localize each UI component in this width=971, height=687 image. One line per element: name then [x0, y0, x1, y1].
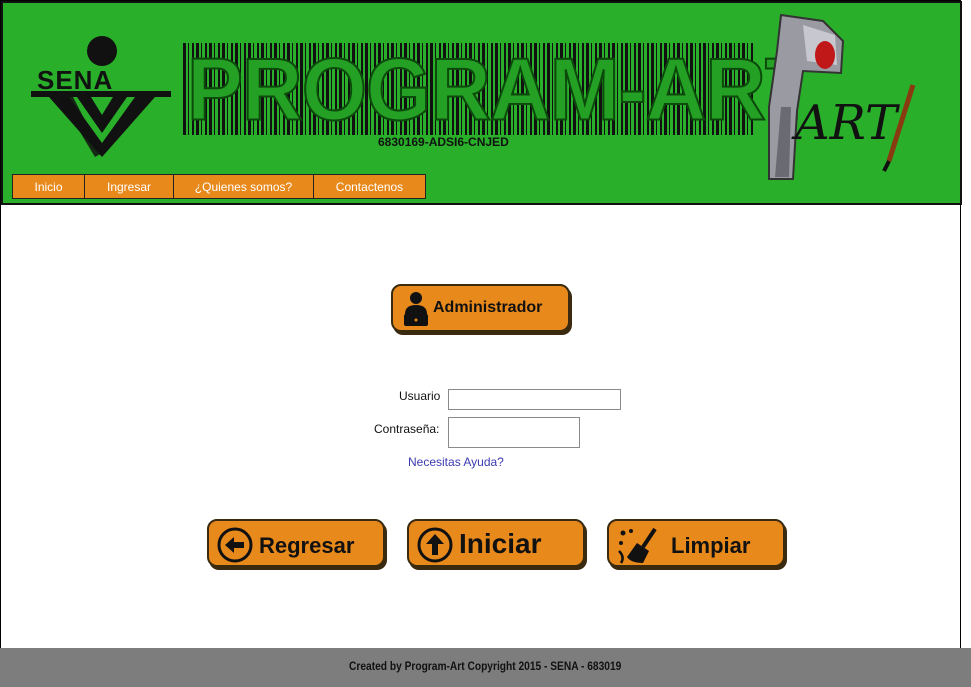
- limpiar-label: Limpiar: [671, 533, 751, 558]
- regresar-label: Regresar: [259, 533, 355, 558]
- sena-logo: SENA: [29, 33, 177, 159]
- regresar-button[interactable]: Regresar: [207, 519, 385, 567]
- admin-user-icon: [401, 290, 431, 328]
- footer-copyright: Created by Program-Art Copyright 2015 - …: [349, 659, 622, 673]
- contrasena-input[interactable]: [448, 417, 580, 448]
- sena-figure-icon: [31, 36, 171, 157]
- iniciar-button[interactable]: Iniciar: [407, 519, 585, 567]
- nav-item-inicio[interactable]: Inicio: [12, 174, 85, 199]
- usuario-input[interactable]: [448, 389, 621, 410]
- brand-title: PROGRAM-ART: [186, 39, 817, 139]
- administrador-button[interactable]: Administrador: [391, 284, 570, 332]
- usuario-label: Usuario: [399, 389, 441, 403]
- arrow-up-circle-icon: [417, 527, 453, 563]
- contrasena-label: Contraseña:: [374, 422, 440, 436]
- art-logo-text: ART: [795, 95, 897, 151]
- site-header: SENA PROGRAM-ART 6830169-ADSI6-CNJED ART…: [1, 1, 962, 205]
- main-nav: Inicio Ingresar ¿Quienes somos? Contacte…: [12, 174, 426, 199]
- limpiar-button[interactable]: Limpiar: [607, 519, 785, 567]
- administrador-label: Administrador: [433, 299, 543, 316]
- site-footer: Created by Program-Art Copyright 2015 - …: [0, 648, 971, 687]
- sena-logo-text: SENA: [37, 65, 114, 95]
- nav-item-contactenos[interactable]: Contactenos: [313, 174, 426, 199]
- barcode-scanner-logo: ART: [763, 11, 923, 181]
- help-link[interactable]: Necesitas Ayuda?: [408, 455, 504, 469]
- nav-item-ingresar[interactable]: Ingresar: [84, 174, 174, 199]
- nav-item-quienes-somos[interactable]: ¿Quienes somos?: [173, 174, 314, 199]
- broom-icon: [617, 527, 657, 564]
- arrow-left-circle-icon: [217, 527, 253, 563]
- iniciar-label: Iniciar: [459, 528, 542, 559]
- course-code: 6830169-ADSI6-CNJED: [378, 135, 509, 149]
